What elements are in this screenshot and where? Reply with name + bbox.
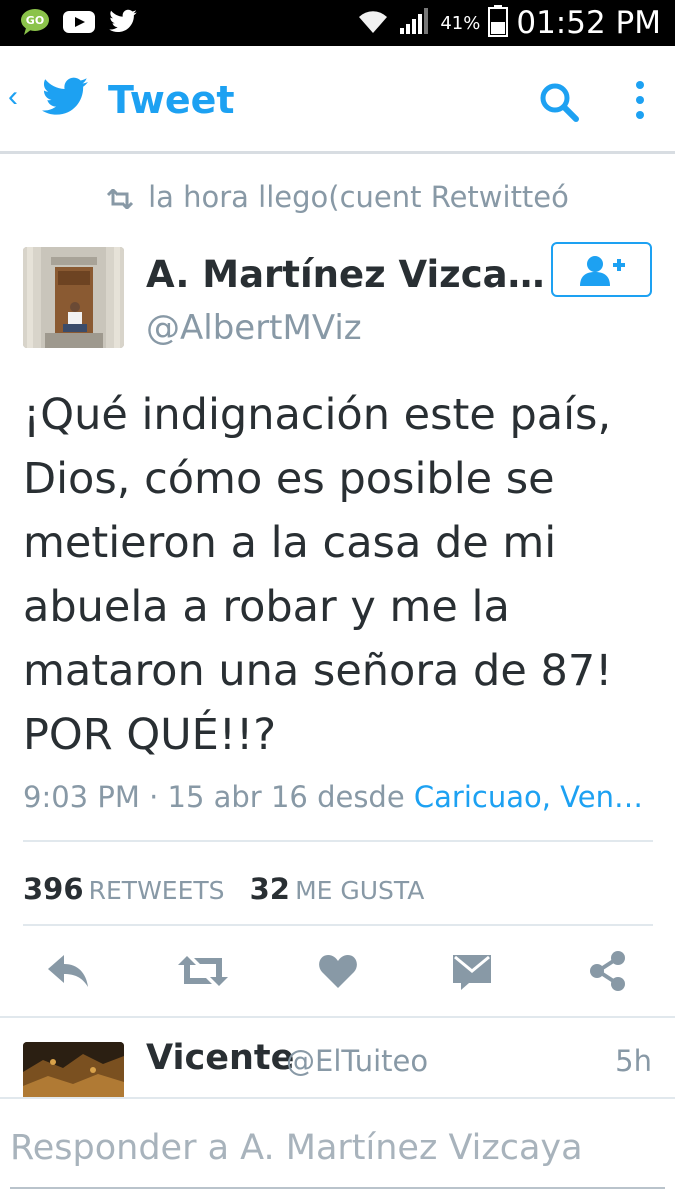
reply-timestamp: 5h — [615, 1044, 652, 1078]
author-handle[interactable]: @AlbertMViz — [146, 308, 362, 348]
direct-message-icon[interactable] — [451, 951, 493, 996]
divider — [23, 840, 653, 842]
share-icon[interactable] — [588, 950, 628, 997]
divider — [0, 1016, 675, 1018]
retweet-icon[interactable] — [176, 953, 230, 994]
tweet-actions — [0, 945, 675, 1005]
divider — [23, 924, 653, 926]
go-sms-icon: GO — [20, 8, 50, 41]
search-icon[interactable] — [538, 81, 580, 128]
like-icon[interactable] — [318, 953, 358, 994]
app-toolbar: ‹ Tweet — [0, 46, 675, 154]
likes-label[interactable]: ME GUSTA — [295, 876, 424, 905]
signal-icon — [398, 6, 432, 41]
tweet-location-link[interactable]: Caricuao, Ven… — [414, 780, 643, 814]
follow-button[interactable] — [551, 242, 652, 297]
retweets-count[interactable]: 396 — [23, 872, 84, 906]
twitter-bird-icon — [40, 77, 90, 124]
retweet-context[interactable]: la hora llego(cuent Retwitteó — [0, 180, 675, 214]
reply-input-underline — [10, 1187, 665, 1189]
reply-composer — [0, 1097, 675, 1200]
reply-icon[interactable] — [46, 953, 90, 994]
youtube-icon — [62, 9, 96, 40]
reply-avatar[interactable] — [23, 1042, 124, 1098]
author-name[interactable]: A. Martínez Vizca… — [146, 253, 545, 296]
tweet-stats: 396 RETWEETS 32 ME GUSTA — [23, 872, 444, 906]
twitter-icon — [108, 9, 138, 40]
svg-text:GO: GO — [26, 14, 44, 27]
author-avatar[interactable] — [23, 247, 124, 348]
tweet-text: ¡Qué indignación este país, Dios, cómo e… — [23, 390, 613, 760]
likes-count[interactable]: 32 — [250, 872, 290, 906]
notification-icons: GO — [20, 8, 138, 41]
back-button[interactable]: ‹ — [8, 80, 18, 114]
clock: 01:52 PM — [516, 5, 661, 41]
reply-author-name[interactable]: Vicente — [146, 1038, 294, 1078]
reply-author-handle[interactable]: @ElTuiteo — [286, 1044, 428, 1078]
battery-percent: 41% — [440, 12, 481, 34]
page-title: Tweet — [108, 78, 235, 122]
system-icons: 41% 01:52 PM — [356, 4, 661, 42]
battery-icon — [488, 4, 509, 42]
tweet-meta: 9:03 PM · 15 abr 16 desde Caricuao, Ven… — [23, 780, 643, 814]
add-user-icon — [579, 255, 625, 286]
reply-input[interactable] — [10, 1121, 660, 1175]
retweet-small-icon — [107, 187, 134, 211]
tweet-timestamp: 9:03 PM · 15 abr 16 desde — [23, 780, 414, 814]
more-vert-icon[interactable] — [632, 78, 648, 127]
status-bar: GO 41% 01:52 PM — [0, 0, 675, 46]
retweets-label[interactable]: RETWEETS — [89, 876, 225, 905]
wifi-icon — [356, 7, 390, 40]
retweet-context-text: la hora llego(cuent Retwitteó — [148, 180, 569, 214]
